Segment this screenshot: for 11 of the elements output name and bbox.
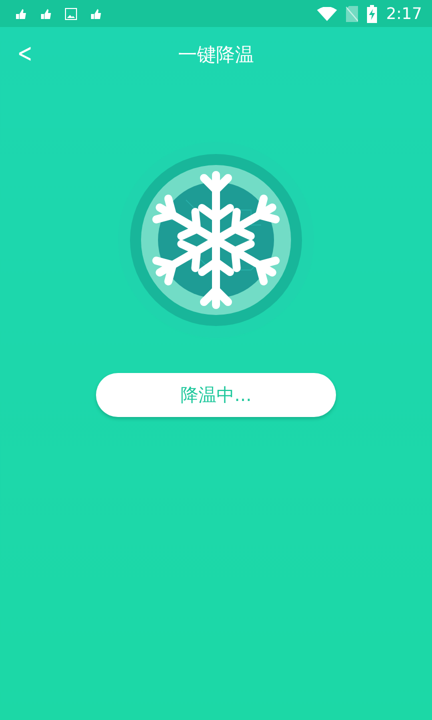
thumbs-up-icon: [90, 8, 102, 20]
wifi-icon: [317, 6, 338, 20]
battery-charging-icon: [367, 4, 378, 22]
thumbs-up-icon: [15, 8, 27, 20]
image-icon: [65, 8, 77, 20]
page-title: 一键降温: [178, 43, 254, 68]
cooling-status-button[interactable]: 降温中...: [96, 373, 336, 417]
no-sim-icon: [346, 6, 358, 22]
thumbs-up-icon: [40, 8, 52, 20]
status-time: 2:17: [386, 4, 422, 23]
back-button[interactable]: <: [13, 39, 37, 69]
